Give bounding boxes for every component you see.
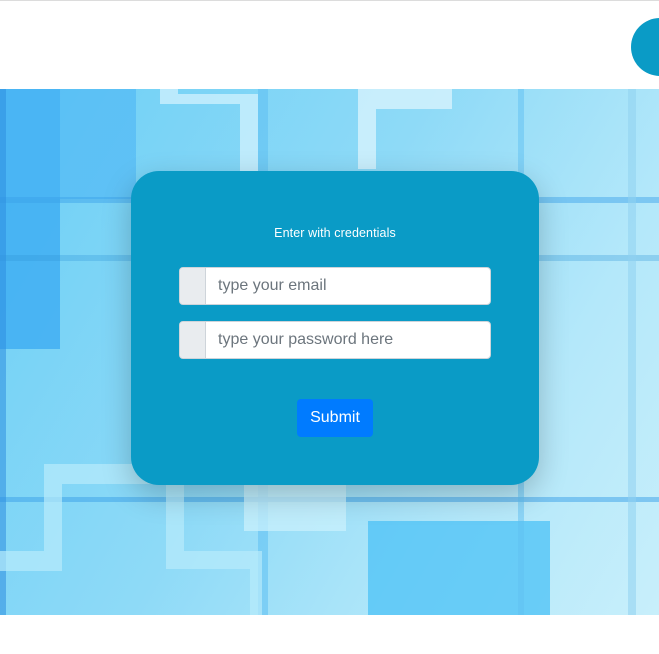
email-input[interactable] <box>206 268 490 304</box>
password-field <box>179 321 491 359</box>
password-field-addon <box>180 322 206 358</box>
email-field-addon <box>180 268 206 304</box>
top-header <box>0 0 659 89</box>
login-title: Enter with credentials <box>274 226 396 240</box>
email-field <box>179 267 491 305</box>
footer <box>0 615 659 654</box>
avatar[interactable] <box>631 18 659 76</box>
password-input[interactable] <box>206 322 490 358</box>
submit-button[interactable]: Submit <box>297 399 373 437</box>
login-card: Enter with credentials Submit <box>131 171 539 485</box>
